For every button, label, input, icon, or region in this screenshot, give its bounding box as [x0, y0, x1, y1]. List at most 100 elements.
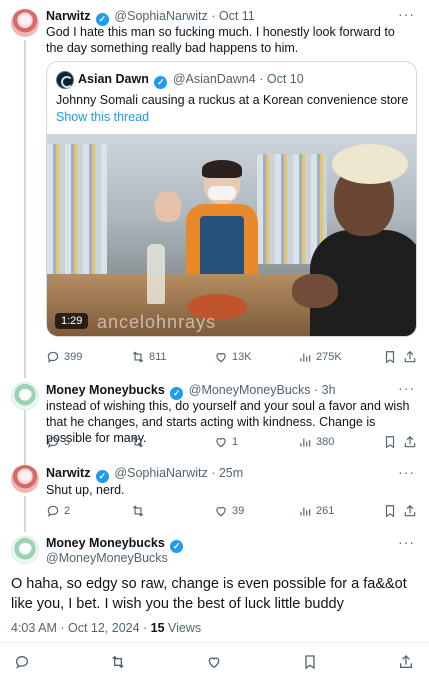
reply-count: 399: [64, 351, 83, 363]
separator: ·: [211, 9, 216, 23]
like-icon: [216, 353, 226, 363]
more-icon[interactable]: ···: [398, 534, 415, 550]
separator: ·: [314, 383, 319, 397]
tweet-date[interactable]: 3h: [322, 383, 336, 397]
share-icon: [404, 435, 416, 448]
author-handle[interactable]: @AsianDawn4: [173, 72, 256, 86]
tweet-date[interactable]: Oct 11: [219, 9, 255, 23]
avatar[interactable]: [11, 9, 39, 37]
tweet[interactable]: Narwitz ✓ @SophiaNarwitz · Oct 11 ··· Go…: [0, 0, 429, 372]
views-count: 15: [150, 621, 165, 635]
tweet-text: God I hate this man so fucking much. I h…: [46, 25, 395, 55]
views-count: 380: [316, 436, 335, 448]
avatar[interactable]: [11, 465, 39, 493]
store-shelf: [47, 144, 107, 274]
reply-button[interactable]: 2: [46, 504, 70, 518]
reply-button[interactable]: 5: [46, 435, 70, 449]
views-count: 275K: [316, 351, 342, 363]
views-button[interactable]: 380: [298, 435, 334, 449]
like-button[interactable]: 1: [214, 435, 238, 449]
tweet[interactable]: Money Moneybucks ✓ @MoneyMoneyBucks · 3h…: [0, 375, 429, 457]
quote-tweet[interactable]: Asian Dawn ✓ @AsianDawn4 · Oct 10 Johnny…: [46, 61, 417, 337]
action-bar: 5 1 380: [46, 435, 417, 451]
tweet-meta: 4:03 AM · Oct 12, 2024 · 15 Views: [11, 621, 201, 635]
tweet-timestamp[interactable]: 4:03 AM · Oct 12, 2024 ·: [11, 621, 151, 635]
share-button[interactable]: [403, 350, 417, 364]
author-name[interactable]: Money Moneybucks: [46, 383, 165, 397]
separator: ·: [211, 466, 216, 480]
like-button[interactable]: 13K: [214, 350, 252, 364]
tweet-date[interactable]: 25m: [219, 466, 243, 480]
bookmark-icon: [305, 655, 315, 670]
author-handle[interactable]: @MoneyMoneyBucks: [46, 551, 168, 565]
action-bar: 399 811 13K 275K: [46, 350, 417, 366]
author-name[interactable]: Money Moneybucks: [46, 536, 165, 550]
retweet-count: 811: [149, 351, 167, 363]
share-icon: [404, 504, 416, 517]
share-button[interactable]: [403, 504, 417, 518]
views-label: Views: [164, 621, 202, 635]
views-button[interactable]: 261: [298, 504, 334, 518]
more-icon[interactable]: ···: [398, 380, 415, 396]
avatar[interactable]: [11, 536, 39, 564]
reply-count: 2: [64, 505, 71, 517]
bookmark-button[interactable]: [383, 350, 397, 364]
like-button[interactable]: 39: [214, 504, 244, 518]
reply-count: 5: [64, 436, 71, 448]
like-button[interactable]: [206, 654, 222, 670]
author-name[interactable]: Narwitz: [46, 9, 90, 23]
video-frame-hand: [155, 192, 181, 222]
retweet-button[interactable]: [110, 654, 126, 670]
reply-button[interactable]: 399: [46, 350, 82, 364]
views-icon: [300, 507, 311, 516]
retweet-icon: [132, 505, 144, 517]
focused-action-bar: [0, 654, 429, 672]
more-icon[interactable]: ···: [398, 464, 415, 480]
bookmark-button[interactable]: [383, 504, 397, 518]
retweet-icon: [112, 655, 124, 669]
video-watermark: ancelohnrays: [97, 312, 217, 332]
retweet-button[interactable]: 811: [131, 350, 167, 364]
tweet-date[interactable]: Oct 10: [267, 72, 304, 86]
quote-text: Johnny Somali causing a ruckus at a Kore…: [56, 93, 409, 107]
retweet-button[interactable]: [131, 504, 149, 518]
author-handle[interactable]: @SophiaNarwitz: [114, 9, 207, 23]
like-count: 13K: [232, 351, 252, 363]
views-icon: [300, 438, 311, 447]
retweet-button[interactable]: [131, 435, 149, 449]
more-icon[interactable]: ···: [398, 6, 415, 22]
author-handle[interactable]: @SophiaNarwitz: [114, 466, 207, 480]
author-name[interactable]: Asian Dawn: [78, 72, 149, 86]
share-button[interactable]: [403, 435, 417, 449]
retweet-icon: [132, 436, 144, 448]
tweet-text: O haha, so edgy so raw, change is even p…: [11, 576, 407, 612]
divider: [0, 642, 429, 643]
share-button[interactable]: [398, 654, 414, 670]
like-icon: [216, 507, 226, 517]
video-player[interactable]: ancelohnrays 1:29: [47, 134, 416, 336]
avatar[interactable]: [11, 382, 39, 410]
bookmark-button[interactable]: [302, 654, 318, 670]
author-name[interactable]: Narwitz: [46, 466, 90, 480]
video-frame-bottle: [147, 244, 165, 304]
bookmark-button[interactable]: [383, 435, 397, 449]
show-thread-link[interactable]: Show this thread: [56, 110, 149, 124]
tweet-header: Narwitz ✓ @SophiaNarwitz · 25m: [46, 466, 243, 483]
action-bar: 2 39 261: [46, 504, 417, 520]
author-handle[interactable]: @MoneyMoneyBucks: [189, 383, 311, 397]
views-icon: [300, 353, 311, 362]
bookmark-icon: [385, 436, 395, 449]
tweet[interactable]: Narwitz ✓ @SophiaNarwitz · 25m ··· Shut …: [0, 460, 429, 526]
verified-icon: ✓: [154, 76, 168, 89]
views-button[interactable]: 275K: [298, 350, 342, 364]
video-frame-person: [292, 144, 416, 336]
avatar[interactable]: [56, 71, 74, 89]
reply-button[interactable]: [14, 654, 30, 670]
bookmark-icon: [385, 505, 395, 518]
video-duration: 1:29: [55, 313, 89, 329]
like-count: 1: [232, 436, 239, 448]
like-count: 39: [232, 505, 245, 517]
verified-icon: ✓: [170, 540, 184, 553]
like-icon: [208, 657, 220, 669]
like-icon: [216, 438, 226, 448]
